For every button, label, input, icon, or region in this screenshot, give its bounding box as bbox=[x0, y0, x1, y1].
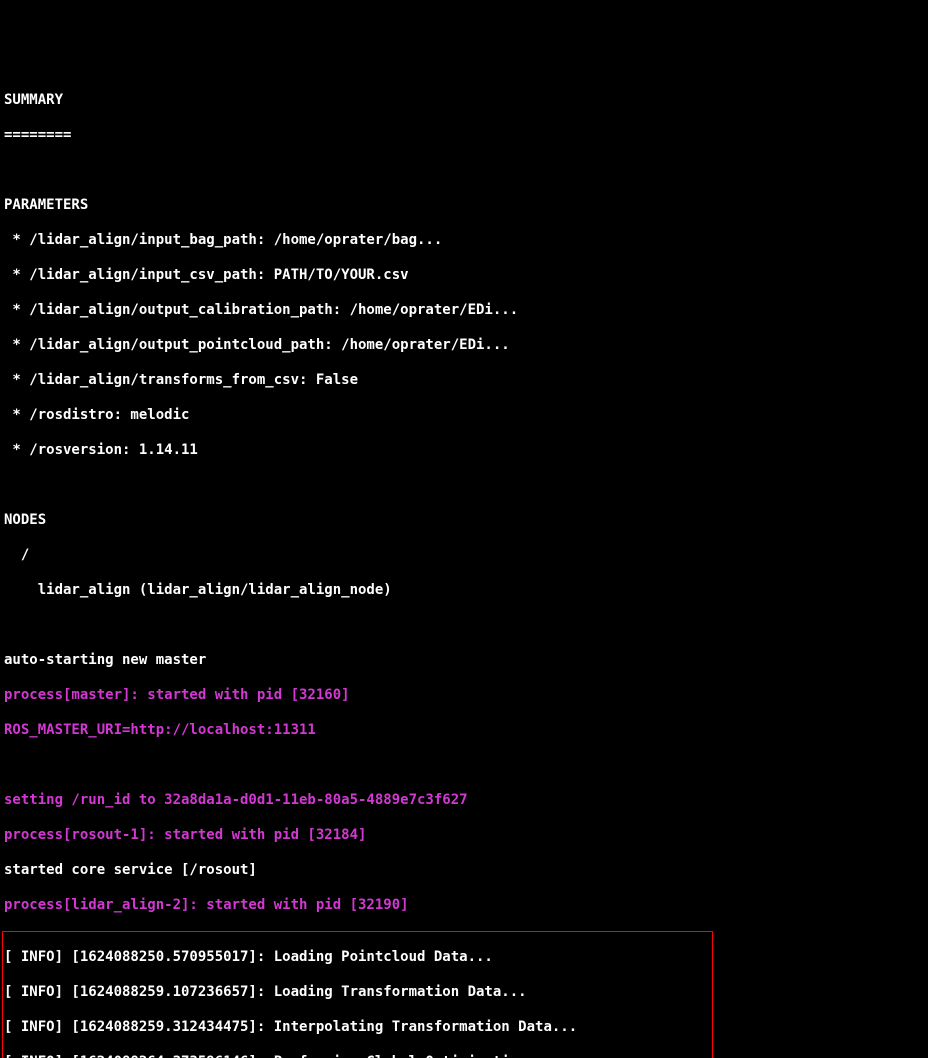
highlighted-region: [ INFO] [1624088250.570955017]: Loading … bbox=[2, 931, 713, 1058]
nodes-header: NODES bbox=[4, 512, 924, 530]
terminal-output[interactable]: SUMMARY ======== PARAMETERS * /lidar_ali… bbox=[4, 74, 924, 1058]
autostart-line: auto-starting new master bbox=[4, 652, 924, 670]
ros-master-uri-line: ROS_MASTER_URI=http://localhost:11311 bbox=[4, 722, 924, 740]
param-line: * /rosversion: 1.14.11 bbox=[4, 442, 924, 460]
summary-header: SUMMARY bbox=[4, 92, 924, 110]
param-line: * /lidar_align/output_calibration_path: … bbox=[4, 302, 924, 320]
param-line: * /lidar_align/input_csv_path: PATH/TO/Y… bbox=[4, 267, 924, 285]
core-service-line: started core service [/rosout] bbox=[4, 862, 924, 880]
parameters-header: PARAMETERS bbox=[4, 197, 924, 215]
process-rosout-line: process[rosout-1]: started with pid [321… bbox=[4, 827, 924, 845]
info-line: [ INFO] [1624088250.570955017]: Loading … bbox=[4, 949, 712, 967]
param-line: * /lidar_align/input_bag_path: /home/opr… bbox=[4, 232, 924, 250]
nodes-line: / bbox=[4, 547, 924, 565]
run-id-line: setting /run_id to 32a8da1a-d0d1-11eb-80… bbox=[4, 792, 924, 810]
process-master-line: process[master]: started with pid [32160… bbox=[4, 687, 924, 705]
info-line: [ INFO] [1624088259.107236657]: Loading … bbox=[4, 984, 712, 1002]
process-lidar-line: process[lidar_align-2]: started with pid… bbox=[4, 897, 924, 915]
param-line: * /lidar_align/output_pointcloud_path: /… bbox=[4, 337, 924, 355]
param-line: * /rosdistro: melodic bbox=[4, 407, 924, 425]
info-line: [ INFO] [1624088264.373596146]: Performi… bbox=[4, 1054, 712, 1058]
info-line: [ INFO] [1624088259.312434475]: Interpol… bbox=[4, 1019, 712, 1037]
divider: ======== bbox=[4, 127, 924, 145]
nodes-line: lidar_align (lidar_align/lidar_align_nod… bbox=[4, 582, 924, 600]
param-line: * /lidar_align/transforms_from_csv: Fals… bbox=[4, 372, 924, 390]
